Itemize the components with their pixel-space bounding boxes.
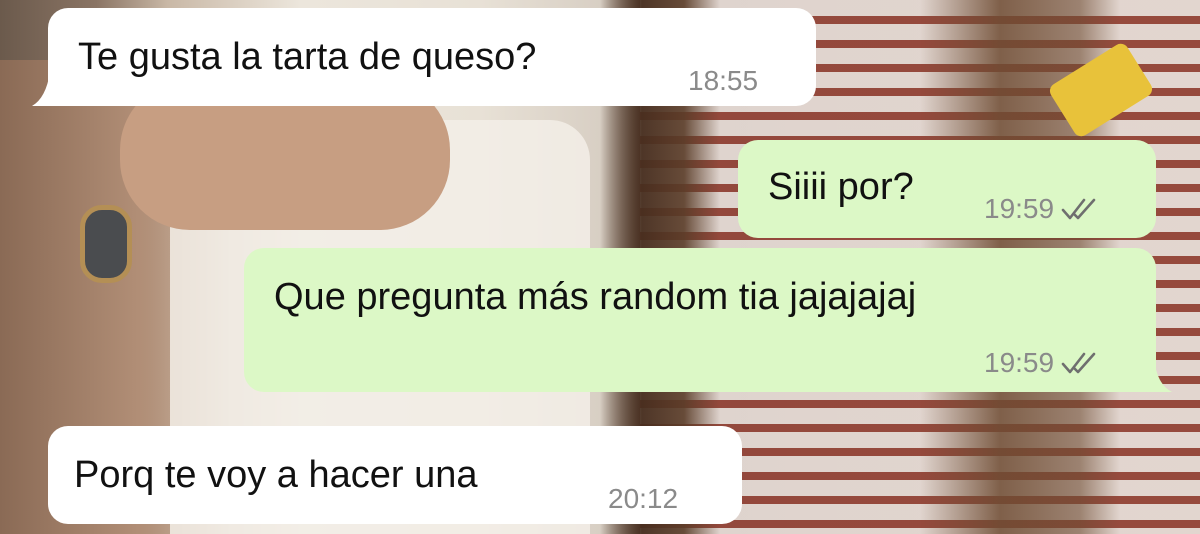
outgoing-bubble-tail xyxy=(1136,356,1172,392)
message-list[interactable]: Te gusta la tarta de queso? 18:55 Siiii … xyxy=(0,0,1200,534)
message-meta: 19:59 xyxy=(984,186,1100,232)
message-timestamp: 19:59 xyxy=(984,347,1055,378)
message-meta: 19:59 xyxy=(984,340,1100,386)
message-timestamp: 19:59 xyxy=(984,193,1055,224)
double-check-icon xyxy=(1061,198,1096,220)
message-timestamp: 18:55 xyxy=(688,65,759,96)
message-text: Porq te voy a hacer una xyxy=(74,454,478,496)
message-bubble-outgoing[interactable]: Que pregunta más random tia jajajajaj 19… xyxy=(244,248,1156,392)
message-text: Te gusta la tarta de queso? xyxy=(78,36,537,78)
message-bubble-incoming[interactable]: Porq te voy a hacer una 20:12 xyxy=(48,426,742,524)
message-text: Siiii por? xyxy=(768,166,914,208)
message-bubble-outgoing[interactable]: Siiii por? 19:59 xyxy=(738,140,1156,238)
message-bubble-incoming[interactable]: Te gusta la tarta de queso? 18:55 xyxy=(48,8,816,106)
message-timestamp: 20:12 xyxy=(608,483,679,514)
message-text: Que pregunta más random tia jajajajaj xyxy=(274,276,917,318)
double-check-icon xyxy=(1061,352,1096,374)
